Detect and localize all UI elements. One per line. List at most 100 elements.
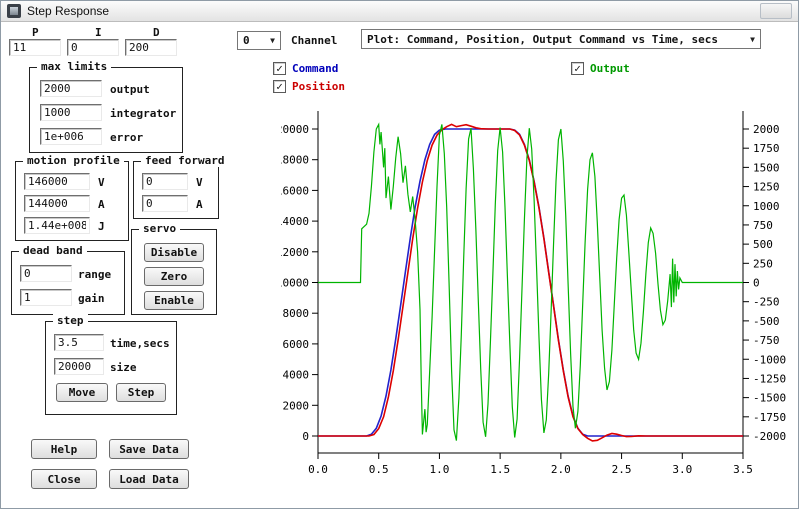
x-axis-tick-label: 0.0 [308,463,328,476]
max-integrator-input[interactable] [40,104,102,121]
profile-a-label: A [98,198,105,211]
right-axis-tick-label: -1000 [753,353,786,366]
output-checkbox[interactable]: ✓ [571,62,584,75]
p-label: P [32,26,39,39]
disable-button[interactable]: Disable [144,243,204,262]
right-axis-tick-label: 1000 [753,200,780,213]
left-axis-tick-label: 6000 [283,338,310,351]
motion-profile-group: motion profile V A J [15,161,129,241]
ff-a-input[interactable] [142,195,188,212]
profile-v-input[interactable] [24,173,90,190]
window-control-button[interactable] [760,3,792,19]
max-error-label: error [110,131,143,144]
dead-band-group: dead band range gain [11,251,125,315]
plot-select[interactable]: Plot: Command, Position, Output Command … [361,29,761,49]
command-checkbox[interactable]: ✓ [273,62,286,75]
motion-profile-title: motion profile [23,154,124,167]
channel-label: Channel [291,34,337,47]
step-title: step [53,314,88,327]
profile-a-input[interactable] [24,195,90,212]
right-axis-tick-label: -1500 [753,392,786,405]
chevron-down-icon: ▼ [265,36,280,45]
max-limits-title: max limits [37,60,111,73]
right-axis-tick-label: 500 [753,238,773,251]
profile-v-label: V [98,176,105,189]
channel-select[interactable]: 0 ▼ [237,31,281,50]
x-axis-tick-label: 0.5 [369,463,389,476]
feed-forward-group: feed forward V A [133,161,219,219]
titlebar[interactable]: Step Response [1,1,798,22]
x-axis-tick-label: 1.5 [490,463,510,476]
chevron-down-icon: ▼ [745,35,760,44]
left-axis-tick-label: 8000 [283,307,310,320]
right-axis-tick-label: 250 [753,257,773,270]
left-axis-tick-label: 0 [302,430,309,443]
max-integrator-label: integrator [110,107,176,120]
channel-value: 0 [238,34,265,47]
profile-j-label: J [98,220,105,233]
max-output-label: output [110,83,150,96]
close-button[interactable]: Close [31,469,97,489]
x-axis-tick-label: 2.5 [612,463,632,476]
plot-select-value: Plot: Command, Position, Output Command … [362,33,745,46]
plot-area: 0200040006000800010000120001400016000180… [281,101,796,501]
left-axis-tick-label: 4000 [283,369,310,382]
x-axis-tick-label: 1.0 [429,463,449,476]
feed-forward-title: feed forward [141,154,228,167]
left-axis-tick-label: 12000 [281,246,309,259]
max-error-input[interactable] [40,128,102,145]
position-checkbox-label: Position [292,80,345,93]
left-axis-tick-label: 20000 [281,123,309,136]
position-checkbox[interactable]: ✓ [273,80,286,93]
right-axis-tick-label: 1750 [753,142,780,155]
window-title: Step Response [27,4,109,18]
servo-group: servo Disable Zero Enable [131,229,217,315]
right-axis-tick-label: -1250 [753,372,786,385]
max-output-input[interactable] [40,80,102,97]
command-checkbox-label: Command [292,62,338,75]
save-data-button[interactable]: Save Data [109,439,189,459]
step-time-label: time,secs [110,337,170,350]
left-axis-tick-label: 16000 [281,184,309,197]
enable-button[interactable]: Enable [144,291,204,310]
ff-v-input[interactable] [142,173,188,190]
i-input[interactable] [67,39,119,56]
load-data-button[interactable]: Load Data [109,469,189,489]
d-label: D [153,26,160,39]
step-size-input[interactable] [54,358,104,375]
right-axis-tick-label: -2000 [753,430,786,443]
output-checkbox-label: Output [590,62,630,75]
dead-band-title: dead band [19,244,87,257]
right-axis-tick-label: 1500 [753,161,780,174]
d-input[interactable] [125,39,177,56]
dead-band-range-input[interactable] [20,265,72,282]
i-label: I [95,26,102,39]
x-axis-tick-label: 3.5 [733,463,753,476]
right-axis-tick-label: -750 [753,334,780,347]
right-axis-tick-label: -250 [753,296,780,309]
move-button[interactable]: Move [56,383,108,402]
x-axis-tick-label: 3.0 [672,463,692,476]
dead-band-gain-input[interactable] [20,289,72,306]
right-axis-tick-label: 0 [753,277,760,290]
dead-band-range-label: range [78,268,111,281]
left-axis-tick-label: 14000 [281,215,309,228]
servo-title: servo [139,222,180,235]
right-axis-tick-label: -1750 [753,411,786,424]
max-limits-group: max limits output integrator error [29,67,183,153]
step-time-input[interactable] [54,334,104,351]
profile-j-input[interactable] [24,217,90,234]
ff-a-label: A [196,198,203,211]
ff-v-label: V [196,176,203,189]
p-input[interactable] [9,39,61,56]
step-button[interactable]: Step [116,383,166,402]
step-size-label: size [110,361,137,374]
step-group: step time,secs size Move Step [45,321,177,415]
right-axis-tick-label: 750 [753,219,773,232]
zero-button[interactable]: Zero [144,267,204,286]
left-axis-tick-label: 18000 [281,154,309,167]
dead-band-gain-label: gain [78,292,105,305]
help-button[interactable]: Help [31,439,97,459]
step-response-window: Step Response P I D max limits output in… [0,0,799,509]
x-axis-tick-label: 2.0 [551,463,571,476]
